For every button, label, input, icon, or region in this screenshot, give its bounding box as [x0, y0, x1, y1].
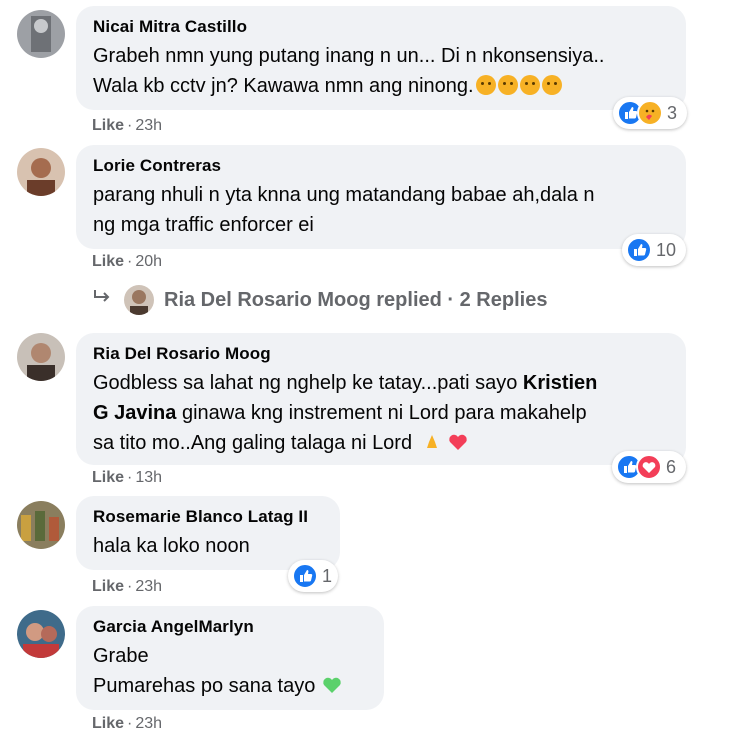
timestamp[interactable]: 13h: [135, 469, 162, 486]
mention-link[interactable]: Kristien: [523, 372, 597, 394]
comment-bubble: Nicai Mitra Castillo Grabeh nmn yung put…: [76, 6, 686, 110]
heart-reaction-icon: [636, 454, 662, 480]
timestamp[interactable]: 23h: [135, 117, 162, 134]
angry-face-icon: [475, 75, 496, 95]
like-button[interactable]: Like: [92, 117, 124, 134]
reaction-count: 6: [666, 456, 677, 477]
comment-meta: Like · 20h: [92, 253, 163, 270]
replied-author: Ria Del Rosario Moog: [164, 288, 371, 311]
reaction-summary[interactable]: 1: [288, 560, 338, 592]
like-button[interactable]: Like: [92, 715, 124, 732]
comment-text: Grabe Pumarehas po sana tayo: [93, 641, 367, 704]
comment-meta: Like · 23h: [92, 117, 163, 134]
comment-author[interactable]: Lorie Contreras: [93, 155, 669, 177]
like-reaction-icon: [292, 563, 318, 589]
comment-meta: Like · 23h: [92, 578, 163, 595]
comment-bubble: Rosemarie Blanco Latag II hala ka loko n…: [76, 496, 340, 570]
comment-author[interactable]: Rosemarie Blanco Latag II: [93, 506, 323, 528]
comment-meta: Like · 23h: [92, 715, 163, 732]
avatar[interactable]: [17, 10, 65, 58]
comment-bubble: Ria Del Rosario Moog Godbless sa lahat n…: [76, 333, 686, 465]
heart-icon: [447, 431, 469, 461]
comment-text: Godbless sa lahat ng nghelp ke tatay...p…: [93, 368, 669, 461]
reaction-count: 1: [322, 565, 333, 586]
like-button[interactable]: Like: [92, 578, 124, 595]
timestamp[interactable]: 23h: [135, 715, 162, 732]
comment-author[interactable]: Nicai Mitra Castillo: [93, 16, 669, 38]
view-replies-link[interactable]: Ria Del Rosario Moog replied · 2 Replies: [92, 285, 547, 315]
comment-text: parang nhuli n yta knna ung matandang ba…: [93, 184, 595, 236]
angry-face-icon: [519, 75, 540, 95]
angry-face-icon: [497, 75, 518, 95]
reaction-summary[interactable]: 6: [612, 451, 686, 483]
replies-count: 2 Replies: [459, 288, 548, 311]
comment-text: Grabeh nmn yung putang inang n un... Di …: [93, 45, 605, 97]
avatar[interactable]: [17, 148, 65, 196]
praying-hands-icon: [422, 431, 442, 461]
avatar[interactable]: [17, 610, 65, 658]
reaction-summary[interactable]: 10: [622, 234, 686, 266]
reaction-count: 3: [667, 102, 678, 123]
care-reaction-icon: [637, 100, 663, 126]
avatar[interactable]: [17, 333, 65, 381]
like-reaction-icon: [626, 237, 652, 263]
like-button[interactable]: Like: [92, 469, 124, 486]
angry-face-icon: [541, 75, 562, 95]
comment-bubble: Lorie Contreras parang nhuli n yta knna …: [76, 145, 686, 249]
timestamp[interactable]: 20h: [135, 253, 162, 270]
green-heart-icon: [321, 674, 343, 704]
avatar[interactable]: [17, 501, 65, 549]
reaction-count: 10: [656, 239, 677, 260]
comment-bubble: Garcia AngelMarlyn Grabe Pumarehas po sa…: [76, 606, 384, 710]
like-button[interactable]: Like: [92, 253, 124, 270]
comment-meta: Like · 13h: [92, 469, 163, 486]
replied-label: replied: [376, 288, 442, 311]
mention-link[interactable]: G Javina: [93, 402, 176, 424]
comment-text: hala ka loko noon: [93, 535, 250, 557]
timestamp[interactable]: 23h: [135, 578, 162, 595]
comment-author[interactable]: Garcia AngelMarlyn: [93, 616, 367, 638]
avatar: [124, 285, 154, 315]
reaction-summary[interactable]: 3: [613, 97, 687, 129]
reply-arrow-icon: [92, 288, 114, 312]
comment-author[interactable]: Ria Del Rosario Moog: [93, 343, 669, 365]
